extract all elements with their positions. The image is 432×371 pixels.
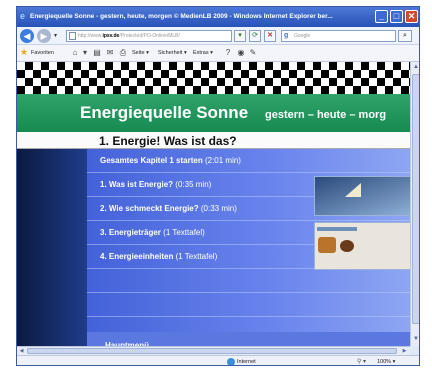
maximize-button[interactable]: □ xyxy=(390,10,403,23)
search-button[interactable]: ⌕ xyxy=(398,30,412,42)
menu-item-label: 2. Wie schmeckt Energie? xyxy=(100,204,199,213)
address-path: /Protected/PO-Online/MLB/ xyxy=(119,33,180,39)
image-detail xyxy=(345,183,361,197)
address-bar[interactable]: http://www.ipsv.de/Protected/PO-Online/M… xyxy=(66,30,232,42)
menu-row-empty xyxy=(87,269,410,293)
menu-item-label: Gesamtes Kapitel 1 starten xyxy=(100,156,203,165)
checkered-banner xyxy=(17,62,410,94)
ie-logo-icon: e xyxy=(20,11,26,21)
page-menu[interactable]: Seite ▾ xyxy=(132,50,149,56)
help-icon[interactable]: ? xyxy=(223,48,233,58)
scroll-up-icon[interactable]: ▲ xyxy=(411,62,419,72)
stop-button[interactable]: ✕ xyxy=(264,30,276,42)
menu-item-label: 1. Was ist Energie? xyxy=(100,180,174,189)
scroll-right-icon[interactable]: ▶ xyxy=(400,347,409,355)
title-banner: Energiequelle Sonne gestern – heute – mo… xyxy=(17,94,410,132)
menu-item-start-chapter[interactable]: Gesamtes Kapitel 1 starten (2:01 min) xyxy=(87,149,410,173)
forward-button[interactable]: ▶ xyxy=(37,29,51,43)
menu-item-duration: (0:35 min) xyxy=(175,180,212,189)
history-dropdown-icon[interactable]: ▾ xyxy=(54,32,57,39)
search-placeholder: Google xyxy=(294,33,311,39)
menu-item-duration: (0:33 min) xyxy=(200,204,237,213)
refresh-button[interactable]: ⟳ xyxy=(249,30,261,42)
security-menu[interactable]: Sicherheit ▾ xyxy=(158,50,187,56)
chapter-bar: 1. Energie! Was ist das? xyxy=(17,132,410,149)
command-bar: ★ Favoriten ⌂ ▾ ▤ ✉ ⎙ Seite ▾ Sicherheit… xyxy=(17,45,419,62)
browser-window: e Energiequelle Sonne - gestern, heute, … xyxy=(16,6,420,366)
close-button[interactable]: ✕ xyxy=(405,10,418,23)
print-icon[interactable]: ⎙ xyxy=(118,48,128,58)
mail-icon[interactable]: ✉ xyxy=(105,48,115,58)
google-icon: g xyxy=(284,32,289,39)
menu-item-duration: (2:01 min) xyxy=(204,156,241,165)
menu-item-duration: (1 Texttafel) xyxy=(175,252,218,261)
page-icon xyxy=(69,32,76,40)
scroll-down-icon[interactable]: ▼ xyxy=(411,334,419,344)
vertical-scrollbar[interactable]: ▲ ▼ xyxy=(410,62,419,346)
page-title: Energiequelle Sonne xyxy=(80,103,249,122)
image-detail xyxy=(318,237,336,253)
messenger-icon[interactable]: ✎ xyxy=(248,48,258,58)
zoom-level[interactable]: 100% ▾ xyxy=(377,359,395,365)
protected-mode-icon[interactable]: ⚲ ▾ xyxy=(357,358,366,365)
favorites-star-icon[interactable]: ★ xyxy=(20,48,28,57)
menu-item-label: 4. Energieeinheiten xyxy=(100,252,174,261)
status-bar: Internet ⚲ ▾ 100% ▾ xyxy=(17,355,419,365)
food-image xyxy=(314,222,410,270)
security-zone-label: Internet xyxy=(237,359,256,365)
minimize-button[interactable]: _ xyxy=(375,10,388,23)
image-detail xyxy=(317,227,357,231)
left-decoration xyxy=(17,149,87,355)
feeds-icon[interactable]: ▤ xyxy=(92,48,102,58)
sun-image xyxy=(314,176,410,216)
title-bar: e Energiequelle Sonne - gestern, heute, … xyxy=(17,7,419,27)
home-icon[interactable]: ⌂ xyxy=(70,48,80,58)
favorites-button[interactable]: Favoriten xyxy=(31,50,54,56)
image-detail xyxy=(340,240,354,252)
extras-menu[interactable]: Extras ▾ xyxy=(193,50,213,56)
window-title: Energiequelle Sonne - gestern, heute, mo… xyxy=(30,13,333,20)
home-dropdown-icon[interactable]: ▾ xyxy=(80,48,90,58)
research-icon[interactable]: ◉ xyxy=(236,48,246,58)
page-subtitle: gestern – heute – morg xyxy=(265,109,387,121)
chapter-heading: 1. Energie! Was ist das? xyxy=(99,134,237,148)
scroll-left-icon[interactable]: ◀ xyxy=(17,347,26,355)
address-dropdown-button[interactable]: ▾ xyxy=(234,30,246,42)
horizontal-scrollbar[interactable]: ◀ ▶ xyxy=(17,346,410,355)
navigation-bar: ◀ ▶ ▾ http://www.ipsv.de/Protected/PO-On… xyxy=(17,27,419,45)
address-prefix: http://www. xyxy=(78,33,103,39)
menu-row-empty xyxy=(87,293,410,317)
internet-zone-icon xyxy=(227,358,235,365)
menu-item-duration: (1 Texttafel) xyxy=(163,228,205,237)
address-host: ipsv.de xyxy=(102,33,120,39)
back-button[interactable]: ◀ xyxy=(20,29,34,43)
search-input[interactable]: g Google xyxy=(281,30,396,42)
horizontal-scroll-thumb[interactable] xyxy=(27,348,397,354)
menu-item-label: 3. Energieträger xyxy=(100,228,161,237)
vertical-scroll-thumb[interactable] xyxy=(412,74,419,324)
page-content: Energiequelle Sonne gestern – heute – mo… xyxy=(17,62,410,355)
